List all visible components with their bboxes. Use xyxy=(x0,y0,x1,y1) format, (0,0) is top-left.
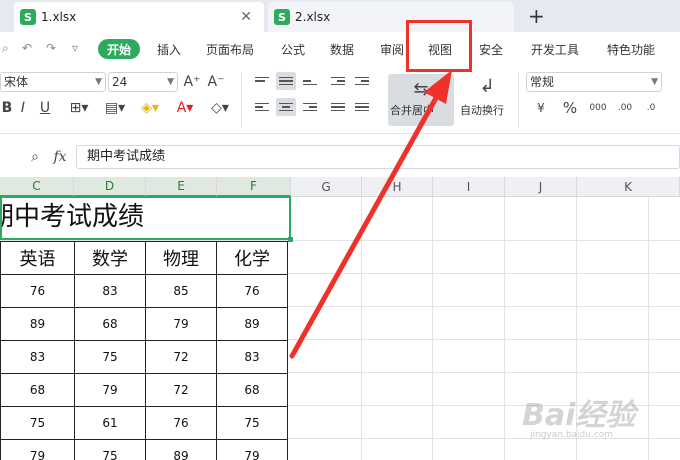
watermark-url: jingyan.baidu.com xyxy=(530,430,614,440)
baidu-watermark-logo: Bai经验 xyxy=(522,398,636,433)
